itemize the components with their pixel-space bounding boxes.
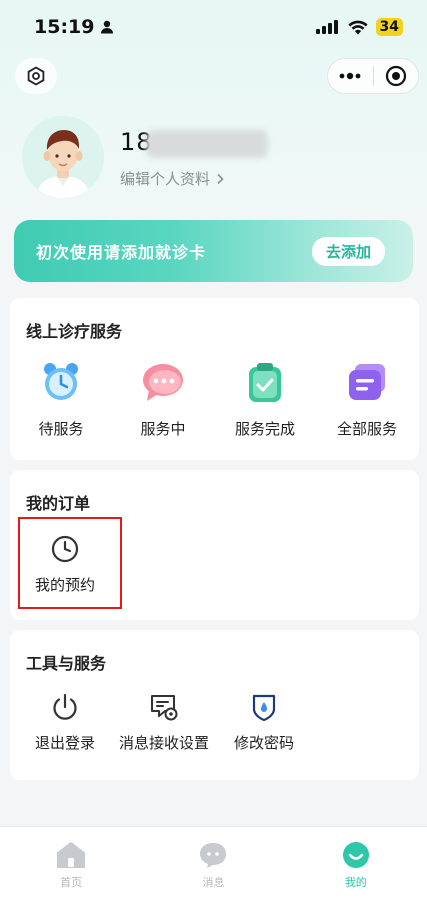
avatar[interactable]	[22, 116, 104, 198]
status-indicators: 34	[315, 18, 403, 36]
service-item-all[interactable]: 全部服务	[316, 360, 418, 439]
card-stack-icon	[349, 364, 385, 400]
online-service-title: 线上诊疗服务	[26, 322, 123, 341]
edit-profile-link[interactable]: 编辑个人资料	[120, 168, 224, 189]
chat-bubble-icon	[143, 364, 183, 401]
tab-bar: 首页 消息 我的	[0, 826, 427, 916]
service-item-completed[interactable]: 服务完成	[214, 360, 316, 439]
battery-indicator: 34	[375, 18, 403, 36]
service-item-label: 服务中	[140, 420, 186, 438]
logout-item[interactable]: 退出登录	[15, 692, 115, 753]
service-item-label: 服务完成	[234, 420, 295, 438]
target-circle-icon	[385, 65, 406, 87]
tab-messages[interactable]: 消息	[142, 827, 284, 916]
chevron-right-icon	[217, 173, 224, 184]
tab-mine-label: 我的	[344, 876, 367, 889]
status-time: 15:19	[34, 16, 95, 38]
tab-home[interactable]: 首页	[0, 827, 142, 916]
tab-mine[interactable]: 我的	[285, 827, 427, 916]
smile-icon	[342, 842, 369, 868]
change-password-label: 修改密码	[233, 734, 294, 752]
person-icon	[101, 20, 114, 34]
wifi-icon	[347, 20, 368, 34]
logout-label: 退出登录	[34, 734, 95, 752]
tools-title: 工具与服务	[26, 654, 107, 673]
tab-messages-label: 消息	[202, 876, 225, 889]
edit-profile-label: 编辑个人资料	[120, 170, 211, 188]
doctor-avatar-icon	[36, 130, 90, 198]
status-time-group: 15:19	[34, 16, 114, 38]
online-service-grid: 待服务 服务中 服务完成 全部服务	[10, 360, 419, 439]
add-card-button[interactable]: 去添加	[311, 236, 385, 266]
gear-icon	[27, 66, 45, 86]
power-icon	[53, 693, 77, 720]
clipboard-check-icon	[249, 363, 281, 402]
online-service-section: 线上诊疗服务 待服务 服务中 服务完成 全部服务	[10, 298, 419, 460]
annotation-highlight-box	[18, 517, 122, 609]
message-settings-label: 消息接收设置	[118, 734, 209, 752]
home-icon	[57, 842, 86, 868]
tab-home-label: 首页	[60, 876, 83, 889]
change-password-item[interactable]: 修改密码	[214, 692, 314, 753]
service-item-label: 全部服务	[336, 420, 397, 438]
service-item-label: 待服务	[38, 420, 84, 438]
phone-blur-mask	[146, 130, 268, 158]
settings-button[interactable]	[15, 58, 57, 94]
more-button[interactable]	[328, 59, 373, 93]
close-mini-program-button[interactable]	[374, 59, 419, 93]
profile-header[interactable]: 18 编辑个人资料	[22, 116, 412, 200]
cellular-signal-icon	[315, 20, 338, 34]
service-item-pending[interactable]: 待服务	[10, 360, 112, 439]
more-dots-icon	[339, 72, 361, 80]
mini-program-capsule	[327, 58, 419, 94]
status-bar: 15:19 34	[0, 0, 427, 54]
message-settings-icon	[151, 695, 178, 721]
message-icon	[200, 843, 227, 868]
alarm-clock-icon	[44, 363, 78, 400]
shield-lock-icon	[252, 694, 276, 722]
add-card-banner[interactable]: 初次使用请添加就诊卡 去添加	[14, 220, 413, 282]
service-item-in-progress[interactable]: 服务中	[112, 360, 214, 439]
tools-section: 工具与服务 退出登录 消息接收设置 修改密码	[10, 630, 419, 780]
page: 15:19 34 18 编辑个人资料 初次使用请添加就诊卡 去添加 线上诊疗服务…	[0, 0, 427, 916]
orders-title: 我的订单	[26, 494, 91, 513]
message-settings-item[interactable]: 消息接收设置	[114, 692, 214, 753]
nav-bar	[0, 56, 427, 96]
banner-text: 初次使用请添加就诊卡	[36, 243, 207, 262]
